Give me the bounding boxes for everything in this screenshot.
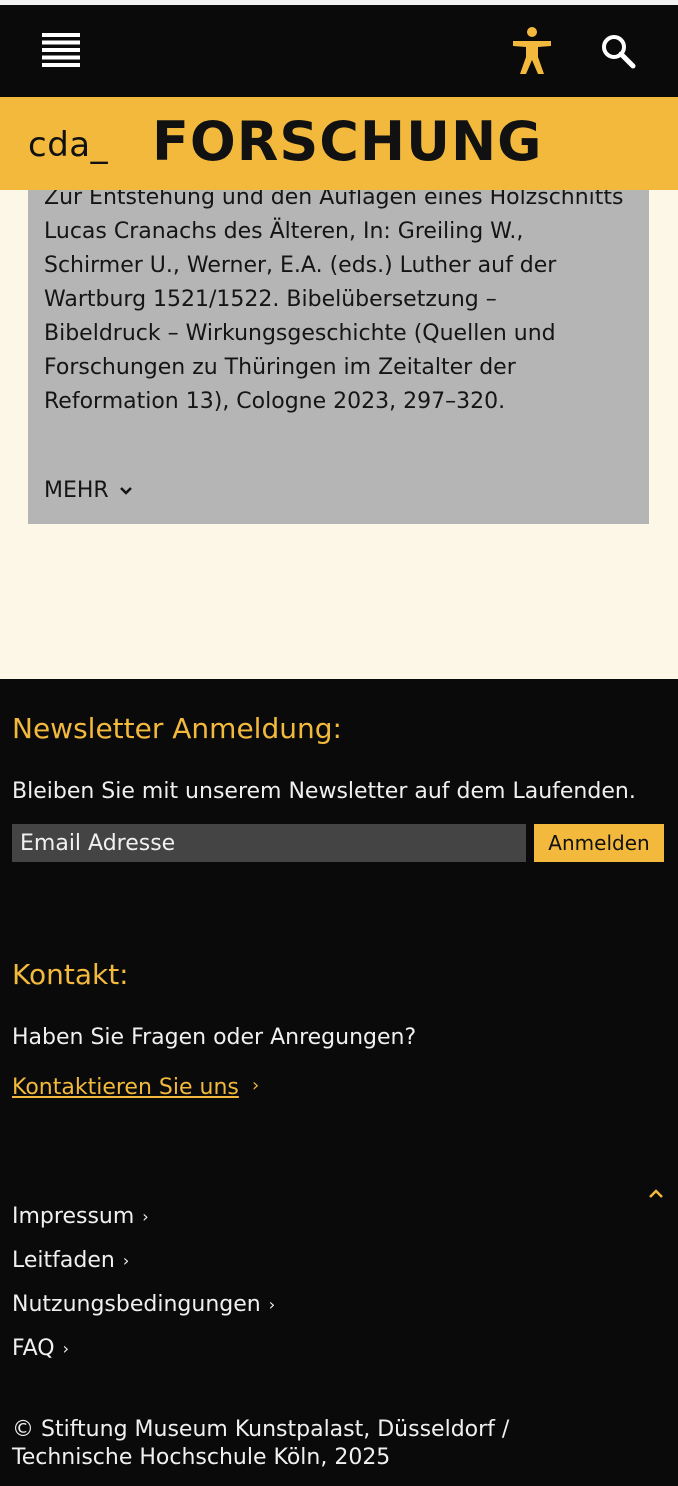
contact-link[interactable]: Kontaktieren Sie uns (12, 1075, 239, 1100)
chevron-up-icon (649, 1189, 663, 1198)
chevron-right-icon: › (268, 1294, 276, 1314)
footer-link-impressum[interactable]: Impressum › (12, 1194, 275, 1238)
brand-logo[interactable]: cda_ (28, 125, 108, 165)
page-title: FORSCHUNG (152, 110, 543, 173)
publication-citation: Zur Entstehung und den Auflagen eines Ho… (44, 185, 624, 414)
footer-link-label: FAQ (12, 1335, 55, 1361)
contact-description: Haben Sie Fragen oder Anregungen? (12, 1025, 417, 1050)
status-strip (0, 0, 678, 5)
contact-title: Kontakt: (12, 958, 129, 991)
section-header: cda_ FORSCHUNG (0, 97, 678, 190)
copyright-text: © Stiftung Museum Kunstpalast, Düsseldor… (12, 1417, 510, 1470)
hamburger-icon (42, 33, 80, 67)
chevron-right-icon: › (62, 1338, 70, 1358)
footer-link-leitfaden[interactable]: Leitfaden › (12, 1238, 275, 1282)
footer-link-faq[interactable]: FAQ › (12, 1326, 275, 1370)
menu-button[interactable] (42, 33, 80, 67)
footer-link-nutzungsbedingungen[interactable]: Nutzungsbedingungen › (12, 1282, 275, 1326)
footer-link-label: Impressum (12, 1203, 135, 1229)
accessibility-person-icon (513, 27, 551, 74)
more-label: MEHR (44, 478, 109, 503)
search-button[interactable] (600, 33, 636, 69)
search-icon (602, 35, 636, 69)
newsletter-title: Newsletter Anmeldung: (12, 712, 342, 745)
site-footer: Newsletter Anmeldung: Bleiben Sie mit un… (0, 679, 678, 1486)
newsletter-description: Bleiben Sie mit unserem Newsletter auf d… (12, 779, 636, 804)
accessibility-button[interactable] (511, 27, 553, 75)
footer-link-label: Leitfaden (12, 1247, 115, 1273)
footer-link-label: Nutzungsbedingungen (12, 1291, 261, 1317)
chevron-right-icon: › (142, 1206, 149, 1226)
top-navigation-bar (0, 0, 678, 97)
footer-links: Impressum › Leitfaden › Nutzungsbedingun… (12, 1194, 275, 1370)
email-field[interactable] (12, 824, 526, 862)
more-button[interactable]: MEHR (44, 478, 133, 503)
chevron-down-icon (119, 486, 132, 495)
back-to-top-button[interactable] (644, 1182, 668, 1204)
chevron-right-icon: › (252, 1075, 260, 1096)
chevron-right-icon: › (122, 1250, 130, 1270)
subscribe-button[interactable]: Anmelden (534, 824, 664, 862)
publication-card: Zur Entstehung und den Auflagen eines Ho… (28, 176, 649, 524)
